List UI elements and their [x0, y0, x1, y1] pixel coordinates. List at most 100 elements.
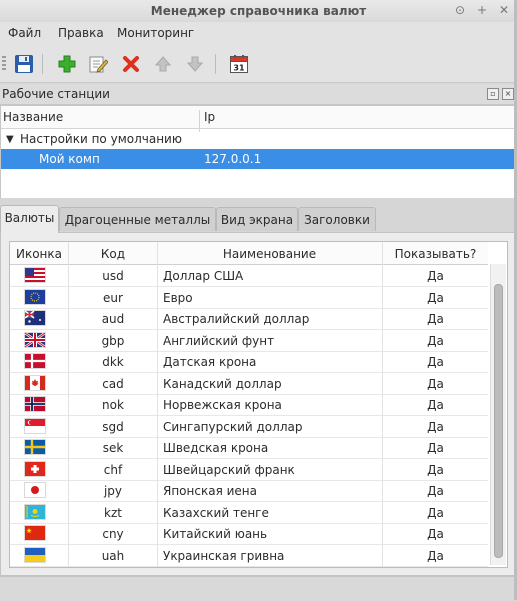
tree-header: Название Ip [1, 106, 516, 132]
currency-name: Норвежская крона [163, 398, 282, 412]
flag-cn-icon [25, 526, 45, 540]
toolbar-separator [42, 54, 43, 74]
group-label: Настройки по умолчанию [20, 132, 182, 146]
tab-precious-metals[interactable]: Драгоценные металлы [59, 207, 216, 231]
currency-show[interactable]: Да [383, 506, 488, 520]
currency-code: eur [103, 290, 123, 305]
currency-code: nok [102, 398, 124, 412]
tab-currencies[interactable]: Валюты [0, 205, 59, 233]
workstations-title: Рабочие станции [2, 87, 110, 101]
menu-bar: Файл Правка Мониторинг [0, 22, 517, 46]
table-row[interactable]: chf Швейцарский франк Да [10, 459, 488, 481]
currency-show[interactable]: Да [383, 398, 488, 412]
flag-jp-icon [25, 483, 45, 497]
currency-code: aud [101, 312, 125, 326]
tree-group-row[interactable]: ▼ Настройки по умолчанию [1, 129, 516, 149]
column-divider [157, 242, 158, 567]
table-row[interactable]: aud Австралийский доллар Да [10, 308, 488, 330]
toolbar-grip[interactable] [2, 56, 6, 72]
toolbar: 31 [0, 46, 517, 83]
currency-name: Австралийский доллар [163, 312, 310, 326]
table-row[interactable]: sgd Сингапурский доллар Да [10, 416, 488, 438]
currency-code: uah [101, 548, 125, 563]
column-header-icon[interactable]: Иконка [10, 247, 68, 261]
currency-code: sek [102, 441, 124, 455]
move-down-button[interactable] [184, 53, 206, 75]
flag-kz-icon [25, 504, 45, 519]
currency-show[interactable]: Да [383, 377, 488, 391]
currency-show[interactable]: Да [383, 484, 488, 498]
table-row[interactable]: cad Канадский доллар Да [10, 373, 488, 395]
table-row[interactable]: nok Норвежская крона Да [10, 394, 488, 416]
tree-item-row[interactable]: Мой комп 127.0.0.1 [1, 149, 516, 169]
column-header-name[interactable]: Название [3, 110, 63, 124]
currency-show[interactable]: Да [383, 355, 488, 369]
menu-monitoring[interactable]: Мониторинг [117, 26, 194, 40]
currency-name: Казахский тенге [163, 505, 269, 520]
calendar-button[interactable]: 31 [228, 53, 250, 75]
dock-float-icon[interactable]: ▫ [487, 88, 499, 100]
column-header-show[interactable]: Показывать? [383, 247, 488, 261]
dock-close-icon[interactable]: × [502, 88, 514, 100]
column-header-ip[interactable]: Ip [204, 110, 215, 124]
table-row[interactable]: eur Евро Да [10, 287, 488, 309]
workstation-name: Мой комп [39, 152, 100, 166]
table-row[interactable]: cny Китайский юань Да [10, 523, 488, 545]
currency-show[interactable]: Да [383, 549, 488, 563]
menu-file[interactable]: Файл [8, 26, 41, 40]
currency-code: dkk [102, 355, 124, 369]
currency-code: cny [102, 527, 124, 541]
window-controls: ⊙ + ✕ [453, 3, 511, 17]
flag-dk-icon [25, 354, 45, 368]
tab-screen-view[interactable]: Вид экрана [216, 207, 298, 231]
add-button[interactable] [56, 53, 78, 75]
delete-icon [123, 56, 139, 72]
minimize-icon[interactable]: ⊙ [453, 3, 467, 17]
vertical-scrollbar[interactable] [490, 264, 506, 565]
expand-arrow-icon[interactable]: ▼ [6, 134, 14, 145]
splitter-handle[interactable] [0, 198, 517, 204]
maximize-icon[interactable]: + [475, 3, 489, 17]
currency-show[interactable]: Да [383, 463, 488, 477]
close-icon[interactable]: ✕ [497, 3, 511, 17]
table-row[interactable]: dkk Датская крона Да [10, 351, 488, 373]
table-row[interactable]: gbp Английский фунт Да [10, 330, 488, 352]
currency-name: Украинская гривна [163, 548, 285, 563]
status-bar [0, 576, 517, 601]
column-header-code[interactable]: Код [69, 247, 157, 261]
table-row[interactable]: kzt Казахский тенге Да [10, 502, 488, 524]
column-divider [68, 242, 69, 567]
currency-show[interactable]: Да [383, 291, 488, 305]
currency-show[interactable]: Да [383, 334, 488, 348]
menu-edit[interactable]: Правка [58, 26, 104, 40]
add-icon [58, 55, 76, 73]
currency-show[interactable]: Да [383, 269, 488, 283]
currency-show[interactable]: Да [383, 527, 488, 541]
currency-show[interactable]: Да [383, 420, 488, 434]
currency-code: jpy [103, 484, 123, 498]
currency-name: Канадский доллар [163, 376, 282, 391]
currency-code: kzt [104, 505, 122, 520]
workstations-tree: Название Ip ▼ Настройки по умолчанию Мой… [0, 105, 517, 200]
scrollbar-thumb[interactable] [494, 284, 503, 558]
table-row[interactable]: sek Шведская крона Да [10, 437, 488, 459]
currency-name: Сингапурский доллар [163, 419, 303, 434]
calendar-icon: 31 [230, 55, 248, 73]
table-row[interactable]: uah Украинская гривна Да [10, 545, 488, 567]
move-up-button[interactable] [152, 53, 174, 75]
delete-button[interactable] [120, 53, 142, 75]
currency-code: sgd [102, 419, 124, 434]
currency-name: Швейцарский франк [163, 462, 295, 477]
flag-se-icon [25, 440, 45, 454]
currency-name: Английский фунт [163, 333, 275, 348]
currency-show[interactable]: Да [383, 441, 488, 455]
edit-button[interactable] [87, 53, 109, 75]
column-header-name[interactable]: Наименование [158, 247, 381, 261]
tab-headers[interactable]: Заголовки [298, 207, 376, 231]
save-button[interactable] [13, 53, 35, 75]
table-row[interactable]: jpy Японская иена Да [10, 480, 488, 502]
currency-show[interactable]: Да [383, 312, 488, 326]
currency-code: cad [102, 376, 124, 391]
settings-tabs: Валюты Драгоценные металлы Вид экрана За… [0, 205, 517, 233]
table-row[interactable]: usd Доллар США Да [10, 265, 488, 287]
